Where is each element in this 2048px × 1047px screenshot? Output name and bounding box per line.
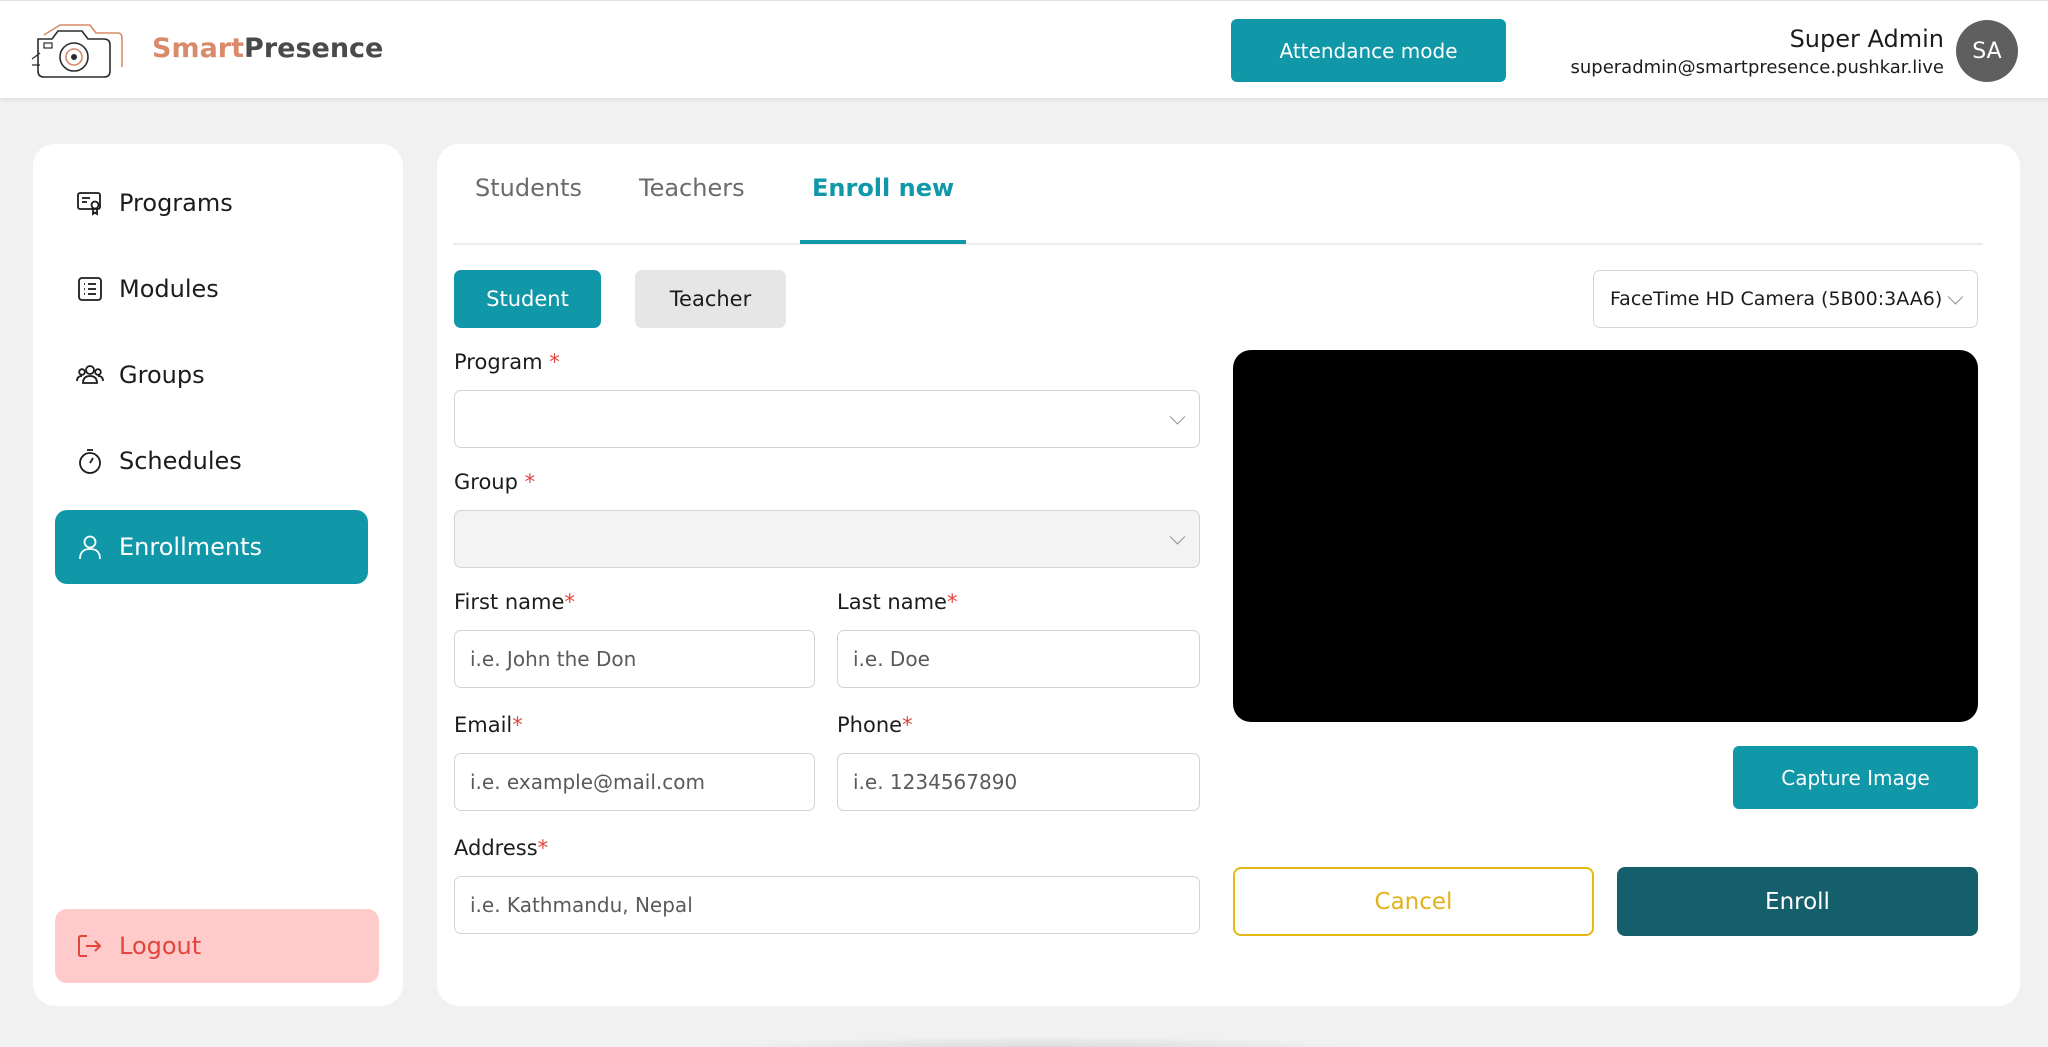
required-mark: *: [902, 713, 913, 737]
sidebar-item-modules[interactable]: Modules: [55, 252, 368, 326]
capture-image-button[interactable]: Capture Image: [1733, 746, 1978, 809]
tab-bar: Students Teachers Enroll new: [453, 144, 1983, 245]
address-label: Address*: [454, 836, 548, 860]
sidebar-item-programs[interactable]: Programs: [55, 166, 368, 240]
sidebar-item-label: Groups: [119, 361, 205, 389]
user-name: Super Admin: [1789, 25, 1944, 53]
required-mark: *: [512, 713, 523, 737]
email-label-text: Email: [454, 713, 513, 737]
sidebar-item-enrollments[interactable]: Enrollments: [55, 510, 368, 584]
sidebar-item-label: Schedules: [119, 447, 242, 475]
last-name-field[interactable]: [838, 631, 1199, 687]
last-name-label: Last name*: [837, 590, 957, 614]
program-label-text: Program: [454, 350, 543, 374]
sidebar: Programs Modules Groups Schedules Enroll…: [33, 144, 403, 1006]
phone-label: Phone*: [837, 713, 913, 737]
email-field[interactable]: [455, 754, 814, 810]
attendance-mode-button[interactable]: Attendance mode: [1231, 19, 1506, 82]
first-name-label-text: First name: [454, 590, 565, 614]
phone-label-text: Phone: [837, 713, 903, 737]
main-panel: Students Teachers Enroll new Student Tea…: [437, 144, 2020, 1006]
logout-icon: [75, 931, 105, 961]
avatar[interactable]: SA: [1956, 20, 2018, 82]
camera-logo-icon: [30, 19, 126, 81]
program-label: Program *: [454, 350, 560, 374]
list-icon: [75, 274, 105, 304]
tab-students[interactable]: Students: [463, 174, 594, 244]
group-select[interactable]: [454, 510, 1200, 568]
stopwatch-icon: [75, 446, 105, 476]
first-name-label: First name*: [454, 590, 575, 614]
user-email: superadmin@smartpresence.pushkar.live: [1570, 57, 1945, 78]
chevron-down-icon: [1169, 529, 1186, 545]
cancel-button[interactable]: Cancel: [1233, 867, 1594, 936]
enroll-button[interactable]: Enroll: [1617, 867, 1978, 936]
sidebar-item-schedules[interactable]: Schedules: [55, 424, 368, 498]
teacher-role-button[interactable]: Teacher: [635, 270, 786, 328]
program-select[interactable]: [454, 390, 1200, 448]
tab-enroll-new[interactable]: Enroll new: [800, 174, 967, 244]
sidebar-item-label: Programs: [119, 189, 233, 217]
camera-select[interactable]: FaceTime HD Camera (5B00:3AA6): [1593, 270, 1978, 328]
required-mark: *: [524, 470, 536, 494]
required-mark: *: [564, 590, 575, 614]
last-name-label-text: Last name: [837, 590, 947, 614]
phone-field-wrapper: [837, 753, 1200, 811]
student-role-button[interactable]: Student: [454, 270, 601, 328]
required-mark: *: [537, 836, 549, 860]
email-label: Email*: [454, 713, 523, 737]
certificate-icon: [75, 188, 105, 218]
group-label-text: Group: [454, 470, 518, 494]
brand-name-part2: Presence: [244, 33, 384, 64]
first-name-field-wrapper: [454, 630, 815, 688]
sidebar-item-groups[interactable]: Groups: [55, 338, 368, 412]
chevron-down-icon: [1169, 409, 1186, 425]
last-name-field-wrapper: [837, 630, 1200, 688]
phone-field[interactable]: [838, 754, 1199, 810]
users-icon: [75, 360, 105, 390]
camera-select-value: FaceTime HD Camera (5B00:3AA6): [1610, 288, 1943, 310]
sidebar-item-label: Enrollments: [119, 533, 263, 561]
required-mark: *: [946, 590, 958, 614]
sidebar-item-label: Modules: [119, 275, 219, 303]
camera-preview: [1233, 350, 1978, 722]
group-label: Group *: [454, 470, 535, 494]
bottom-shadow: [690, 1036, 1390, 1047]
brand-name-part1: Smart: [152, 33, 245, 64]
user-icon: [75, 532, 105, 562]
logout-label: Logout: [119, 932, 202, 960]
chevron-down-icon: [1947, 289, 1964, 305]
address-label-text: Address: [454, 836, 538, 860]
email-field-wrapper: [454, 753, 815, 811]
first-name-field[interactable]: [455, 631, 814, 687]
tab-teachers[interactable]: Teachers: [627, 174, 757, 244]
required-mark: *: [549, 350, 560, 374]
logout-button[interactable]: Logout: [55, 909, 379, 983]
address-field[interactable]: [455, 877, 1199, 933]
brand-name: SmartPresence: [152, 33, 383, 64]
top-header: SmartPresence Attendance mode Super Admi…: [0, 0, 2048, 98]
address-field-wrapper: [454, 876, 1200, 934]
